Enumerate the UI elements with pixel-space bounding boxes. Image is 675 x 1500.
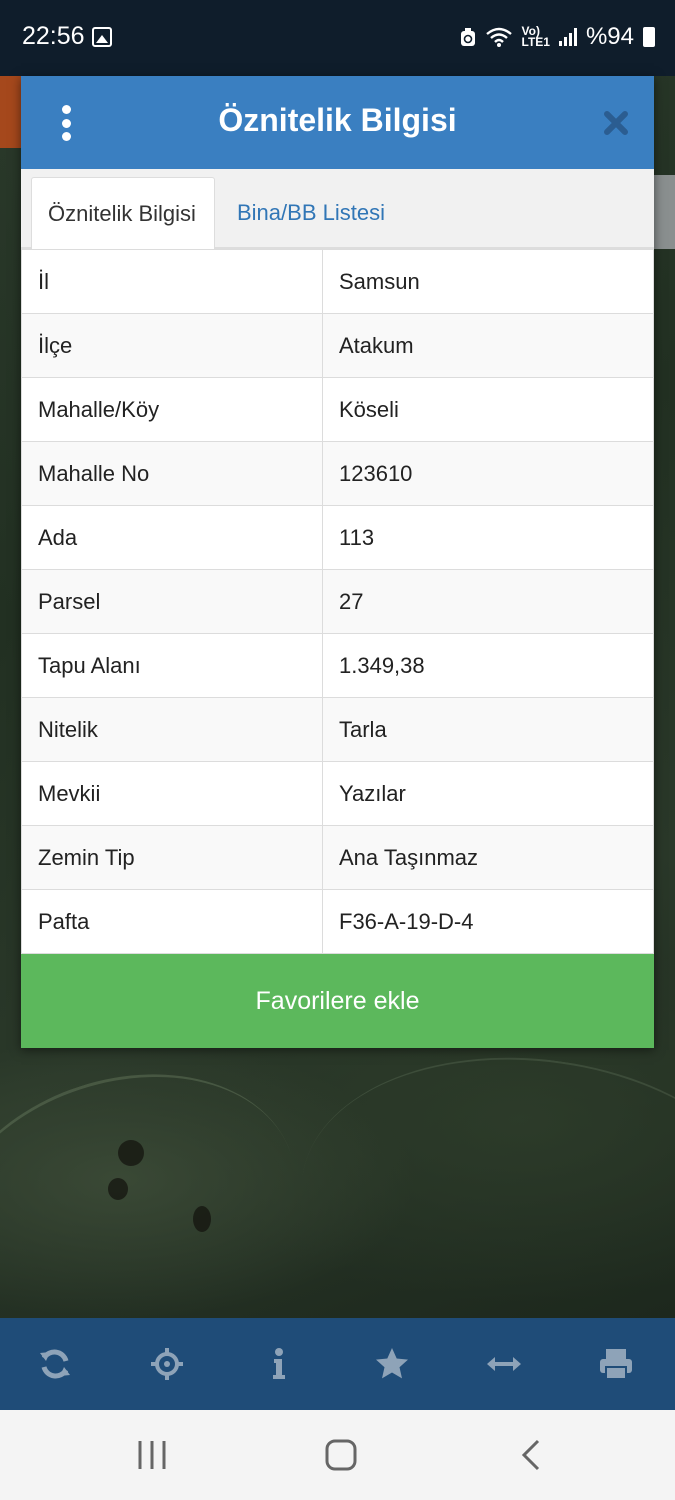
system-nav-bar <box>0 1410 675 1500</box>
row-value: Köseli <box>322 377 654 442</box>
print-icon[interactable] <box>597 1345 635 1383</box>
row-value: 123610 <box>322 441 654 506</box>
table-row: Mahalle No 123610 <box>21 441 654 506</box>
tab-bar: Öznitelik Bilgisi Bina/BB Listesi <box>21 169 654 249</box>
row-key: Nitelik <box>21 697 323 762</box>
row-value: 113 <box>322 505 654 570</box>
add-to-favorites-button[interactable]: Favorilere ekle <box>21 954 654 1048</box>
info-icon[interactable] <box>260 1345 298 1383</box>
map-feature <box>654 175 675 249</box>
row-key: Parsel <box>21 569 323 634</box>
table-row: Mevkii Yazılar <box>21 761 654 826</box>
table-row: Nitelik Tarla <box>21 697 654 762</box>
back-icon[interactable] <box>518 1438 544 1472</box>
row-key: Pafta <box>21 889 323 954</box>
measure-icon[interactable] <box>485 1345 523 1383</box>
row-key: Tapu Alanı <box>21 633 323 698</box>
row-value: F36-A-19-D-4 <box>322 889 654 954</box>
row-value: 27 <box>322 569 654 634</box>
gallery-icon <box>92 27 112 47</box>
status-bar: 22:56 Vo) LTE1 %94 <box>0 0 675 76</box>
row-value: Ana Taşınmaz <box>322 825 654 890</box>
wifi-icon <box>485 27 512 47</box>
tab-attribute-info[interactable]: Öznitelik Bilgisi <box>31 177 215 249</box>
status-time: 22:56 <box>22 22 85 50</box>
row-value: Yazılar <box>322 761 654 826</box>
row-key: Zemin Tip <box>21 825 323 890</box>
row-key: Ada <box>21 505 323 570</box>
map-tree <box>108 1178 128 1200</box>
network-type: Vo) LTE1 <box>521 24 550 49</box>
battery-level: %94 <box>585 23 634 50</box>
table-row: Zemin Tip Ana Taşınmaz <box>21 825 654 890</box>
row-key: İlçe <box>21 313 323 378</box>
star-icon[interactable] <box>373 1345 411 1383</box>
recent-apps-icon[interactable] <box>136 1438 168 1472</box>
home-icon[interactable] <box>324 1438 358 1472</box>
map-tree <box>118 1140 144 1166</box>
row-key: İl <box>21 249 323 314</box>
status-indicators: Vo) LTE1 %94 <box>460 22 655 52</box>
row-value: Samsun <box>322 249 654 314</box>
modal-title: Öznitelik Bilgisi <box>218 102 457 138</box>
table-row: İlçe Atakum <box>21 313 654 378</box>
table-row: Pafta F36-A-19-D-4 <box>21 889 654 954</box>
row-value: 1.349,38 <box>322 633 654 698</box>
table-row: Tapu Alanı 1.349,38 <box>21 633 654 698</box>
row-value: Atakum <box>322 313 654 378</box>
battery-icon <box>643 27 655 47</box>
tab-building-list[interactable]: Bina/BB Listesi <box>221 177 401 249</box>
recycle-icon <box>460 28 475 46</box>
attribute-table: İl Samsun İlçe Atakum Mahalle/Köy Köseli Ma… <box>21 249 654 954</box>
table-row: İl Samsun <box>21 249 654 314</box>
signal-icon <box>558 28 577 46</box>
table-row: Parsel 27 <box>21 569 654 634</box>
row-key: Mevkii <box>21 761 323 826</box>
refresh-icon[interactable] <box>36 1345 74 1383</box>
attribute-modal: Öznitelik Bilgisi Öznitelik Bilgisi Bina… <box>21 76 654 1048</box>
table-row: Mahalle/Köy Köseli <box>21 377 654 442</box>
locate-icon[interactable] <box>148 1345 186 1383</box>
row-key: Mahalle No <box>21 441 323 506</box>
row-value: Tarla <box>322 697 654 762</box>
map-toolbar <box>0 1318 675 1410</box>
close-icon[interactable] <box>603 110 629 136</box>
map-tree <box>193 1206 211 1232</box>
modal-header: Öznitelik Bilgisi <box>21 76 654 169</box>
table-row: Ada 113 <box>21 505 654 570</box>
row-key: Mahalle/Köy <box>21 377 323 442</box>
